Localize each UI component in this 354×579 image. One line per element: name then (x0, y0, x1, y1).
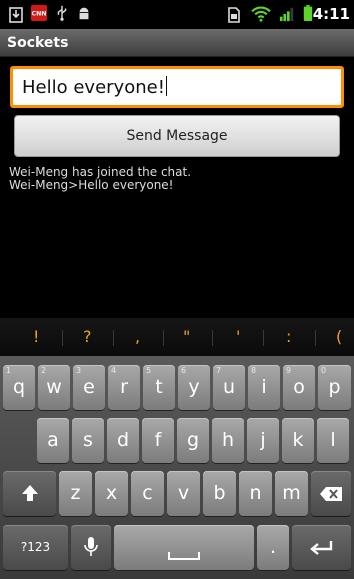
suggestion-item[interactable]: ! (33, 327, 39, 346)
svg-text:CNN: CNN (32, 11, 47, 18)
shift-key[interactable] (3, 471, 56, 516)
key-p[interactable]: 0p (318, 365, 351, 410)
cnn-icon: CNN (31, 5, 47, 21)
usb-icon (57, 5, 67, 21)
space-key[interactable] (114, 525, 254, 570)
key-f[interactable]: f (142, 418, 174, 463)
key-o[interactable]: 9o (283, 365, 315, 410)
app-title: Sockets (7, 35, 69, 51)
key-i[interactable]: 8i (248, 365, 280, 410)
divider (113, 330, 114, 346)
key-s[interactable]: s (72, 418, 104, 463)
shift-icon (21, 485, 38, 501)
clock: 4:11 (312, 5, 350, 23)
chat-line: Wei-Meng>Hello everyone! (9, 178, 174, 192)
suggestion-item[interactable]: ( (336, 327, 342, 346)
key-k[interactable]: k (282, 418, 314, 463)
key-b[interactable]: b (203, 471, 236, 516)
android-icon (79, 7, 89, 20)
divider (62, 330, 63, 346)
suggestion-item[interactable]: ' (236, 327, 240, 346)
sim-icon (228, 7, 240, 23)
space-icon (168, 552, 200, 560)
suggestion-item[interactable]: ? (83, 327, 92, 346)
divider (263, 330, 264, 346)
period-key[interactable]: . (257, 525, 289, 570)
download-icon (9, 7, 23, 23)
divider (315, 330, 316, 346)
status-bar: CNN 4:11 (0, 0, 354, 29)
delete-key[interactable] (311, 471, 351, 516)
key-v[interactable]: v (167, 471, 200, 516)
key-t[interactable]: 5t (143, 365, 175, 410)
key-c[interactable]: c (131, 471, 164, 516)
text-cursor (165, 76, 167, 96)
key-w[interactable]: 2w (38, 365, 70, 410)
key-j[interactable]: j (247, 418, 279, 463)
soft-keyboard: 1q 2w 3e 4r 5t 6y 7u 8i 9o 0p a s d f g … (0, 356, 354, 579)
key-g[interactable]: g (177, 418, 209, 463)
voice-input-key[interactable] (71, 525, 111, 570)
suggestion-item[interactable]: " (183, 327, 190, 346)
suggestion-item[interactable]: : (286, 327, 291, 346)
symbols-key[interactable]: ?123 (3, 525, 68, 570)
message-input[interactable]: Hello everyone! (10, 66, 344, 108)
key-a[interactable]: a (37, 418, 69, 463)
wifi-icon (251, 6, 271, 22)
key-m[interactable]: m (275, 471, 308, 516)
key-x[interactable]: x (95, 471, 128, 516)
suggestion-strip: ! ? , " ' : ( (0, 318, 354, 356)
key-q[interactable]: 1q (3, 365, 35, 410)
message-input-value: Hello everyone! (22, 77, 165, 98)
enter-key[interactable] (292, 525, 351, 570)
battery-icon (303, 5, 313, 21)
send-message-button[interactable]: Send Message (14, 115, 340, 157)
key-z[interactable]: z (59, 471, 92, 516)
signal-icon (279, 7, 294, 22)
divider (163, 330, 164, 346)
key-y[interactable]: 6y (178, 365, 210, 410)
title-bar: Sockets (0, 29, 354, 57)
microphone-icon (84, 537, 98, 556)
key-r[interactable]: 4r (108, 365, 140, 410)
key-l[interactable]: l (317, 418, 349, 463)
suggestion-item[interactable]: , (135, 327, 140, 346)
divider (212, 330, 213, 346)
key-h[interactable]: h (212, 418, 244, 463)
key-d[interactable]: d (107, 418, 139, 463)
key-n[interactable]: n (239, 471, 272, 516)
key-u[interactable]: 7u (213, 365, 245, 410)
enter-icon (309, 541, 332, 555)
chat-log: Wei-Meng has joined the chat. Wei-Meng>H… (9, 166, 191, 192)
backspace-icon (320, 487, 342, 501)
key-e[interactable]: 3e (73, 365, 105, 410)
